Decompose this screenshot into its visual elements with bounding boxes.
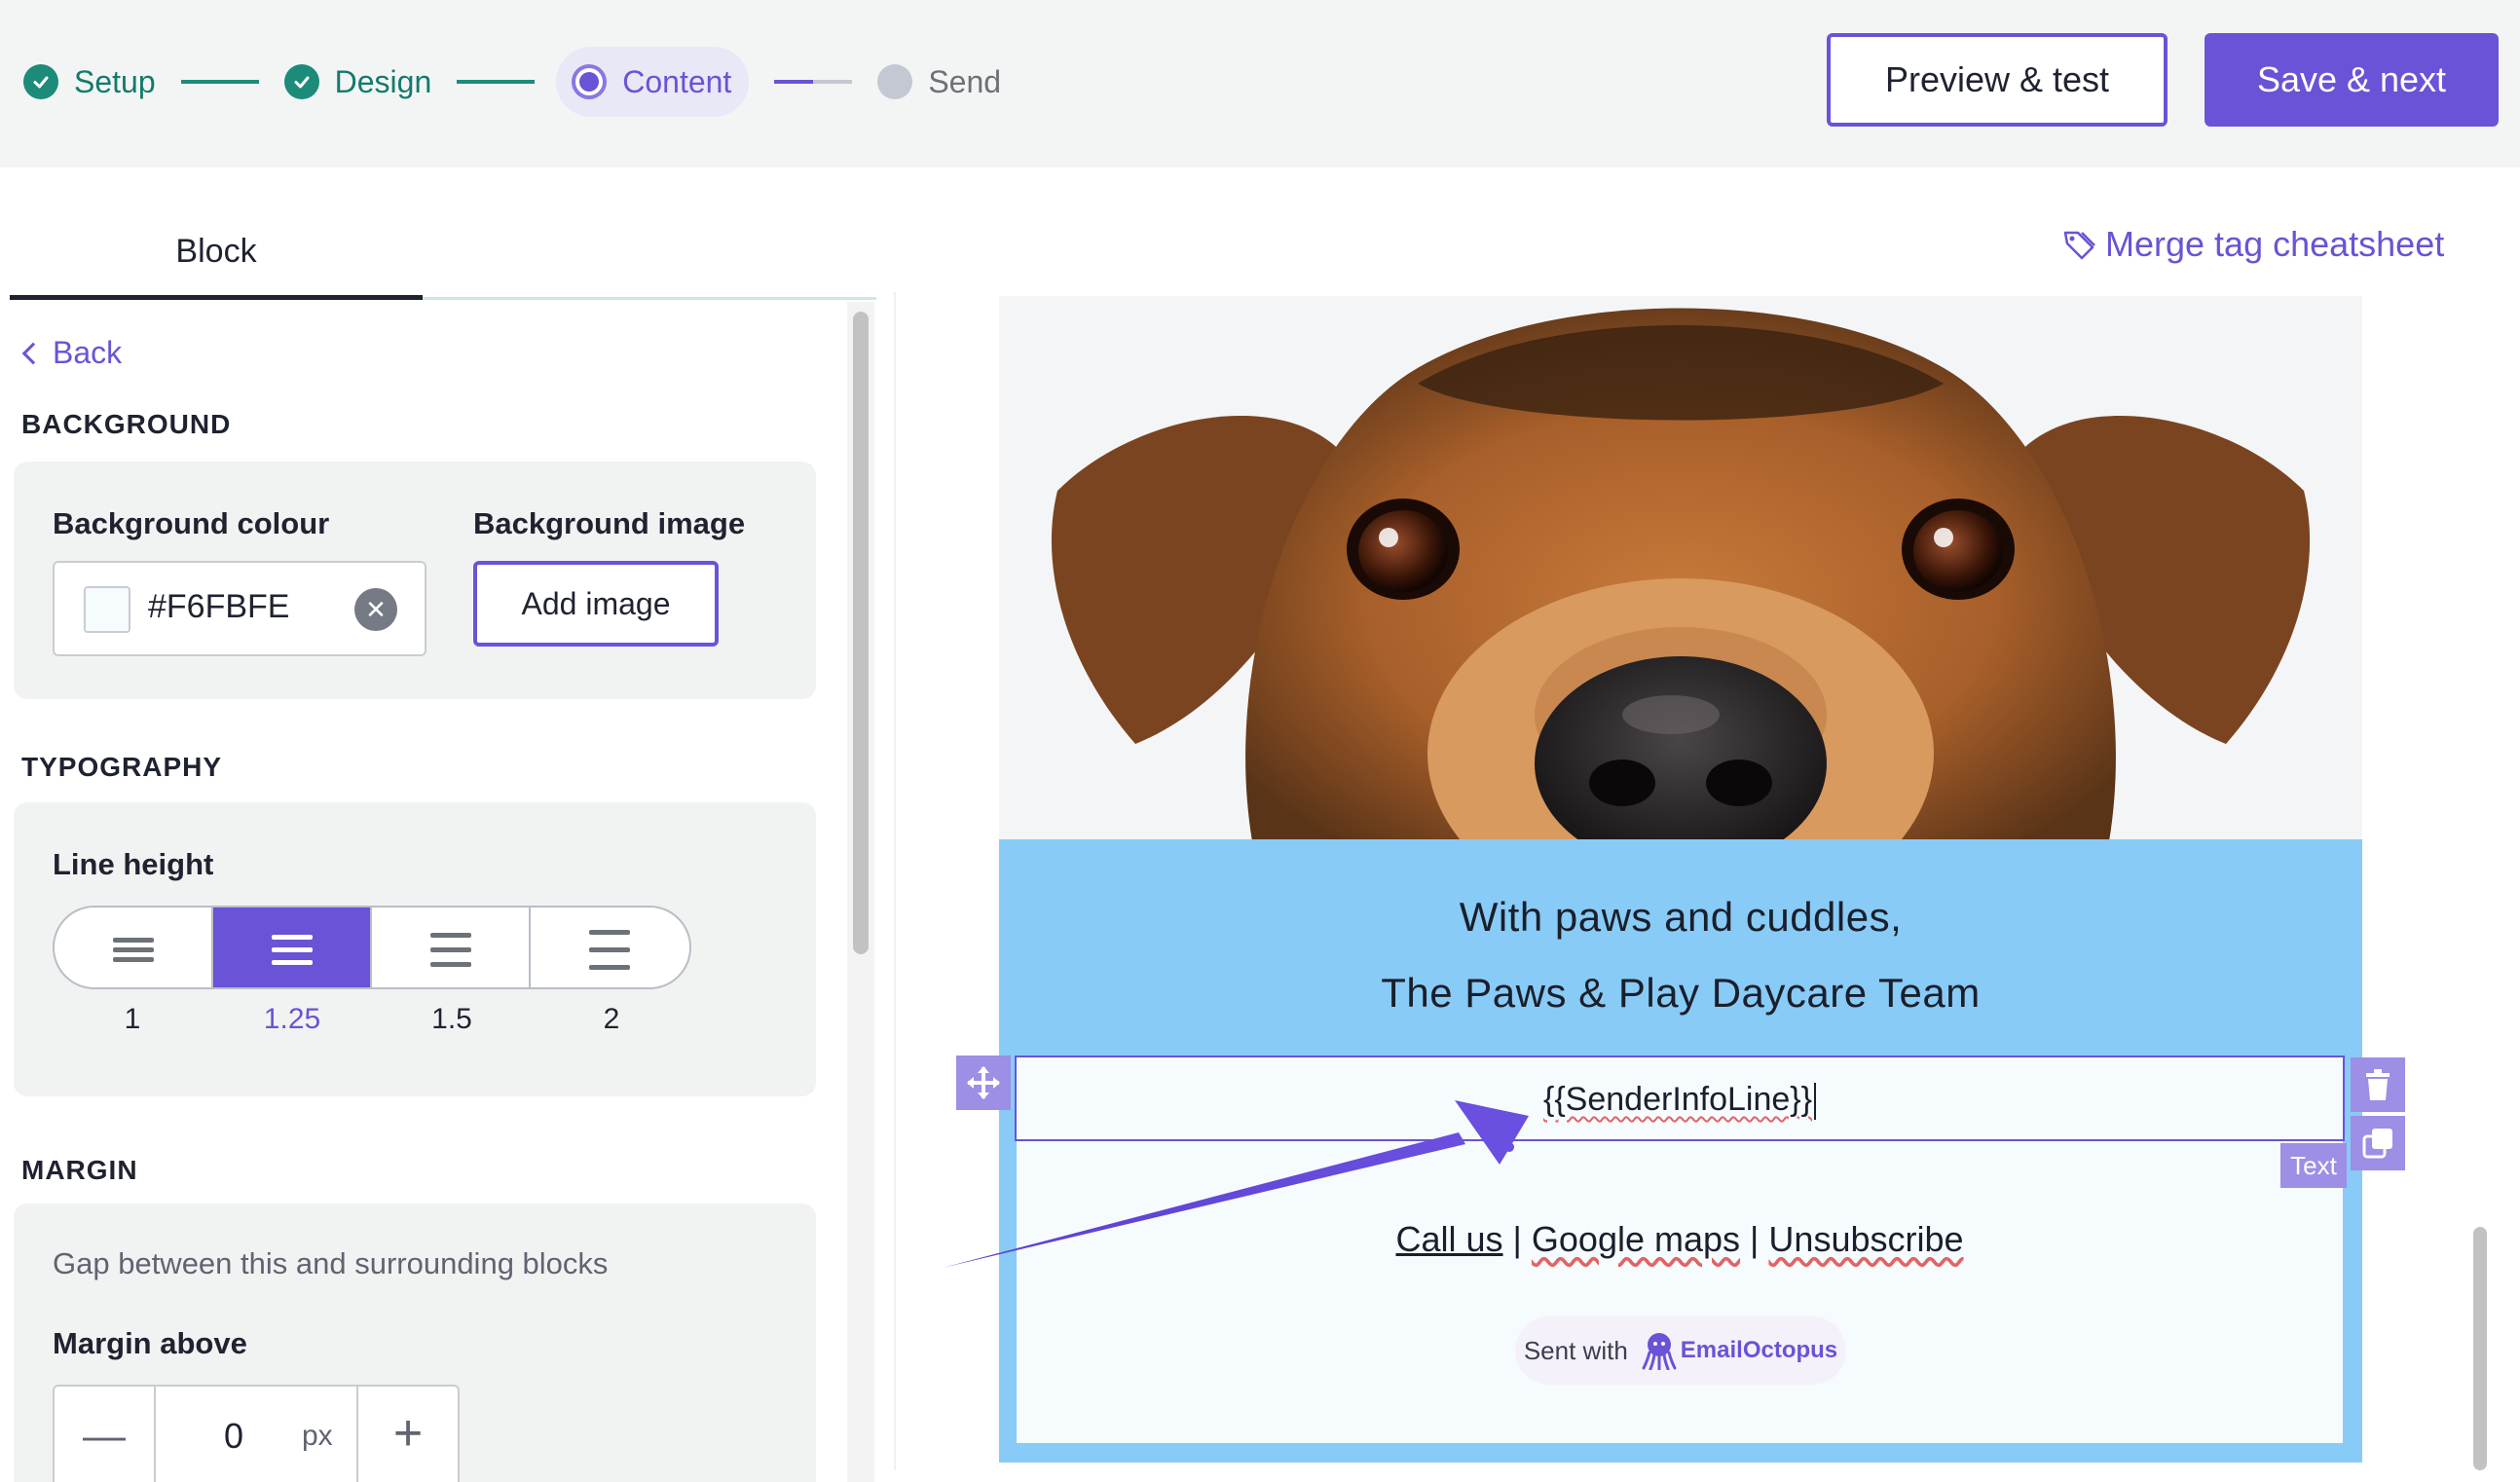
trash-icon[interactable] (2351, 1057, 2405, 1112)
unsubscribe-link[interactable]: Unsubscribe (1768, 1219, 1963, 1259)
check-icon (283, 64, 319, 99)
line-height-icon (112, 937, 154, 962)
merge-tag-text[interactable]: {{SenderInfoLine}} (1017, 1081, 2343, 1121)
line-height-value: 2 (603, 1003, 620, 1035)
step-label: Send (928, 63, 1002, 99)
link-separator: | (1750, 1219, 1760, 1259)
section-typography-heading: TYPOGRAPHY (21, 752, 223, 782)
step-connector (774, 80, 853, 84)
line-height-option-2[interactable] (531, 908, 689, 987)
line-height-label: Line height (53, 847, 214, 881)
line-height-icon (589, 929, 631, 970)
line-height-icon (271, 934, 313, 965)
save-next-button[interactable]: Save & next (2205, 33, 2499, 127)
section-margin-heading: MARGIN (21, 1155, 138, 1185)
top-bar: Setup Design Content Send Preview & test… (0, 0, 2520, 167)
canvas-scrollbar-thumb[interactable] (2473, 1227, 2487, 1470)
sent-with-label: Sent with (1523, 1335, 1628, 1365)
step-connector (180, 80, 259, 84)
block-type-badge: Text (2280, 1143, 2347, 1188)
google-maps-link[interactable]: Google maps (1532, 1219, 1740, 1259)
line-height-value: 1.5 (431, 1003, 472, 1035)
colour-value[interactable]: #F6FBFE (148, 588, 289, 626)
selected-text-block[interactable]: {{SenderInfoLine}} (1015, 1056, 2345, 1141)
line-height-icon (429, 932, 471, 967)
background-colour-input[interactable]: #F6FBFE ✕ (53, 561, 426, 656)
octopus-logo-icon (1642, 1333, 1677, 1370)
radio-dot-icon (572, 64, 608, 99)
typography-card: Line height 1 1.25 1.5 2 (14, 802, 816, 1096)
hero-dog-image[interactable] (999, 296, 2362, 841)
signoff-line-2[interactable]: The Paws & Play Daycare Team (999, 970, 2362, 1017)
step-label: Design (334, 63, 432, 99)
tab-block[interactable]: Block (10, 208, 423, 300)
background-card: Background colour Background image #F6FB… (14, 462, 816, 699)
step-content[interactable]: Content (556, 47, 750, 117)
panel-tabs: Block (10, 208, 876, 300)
margin-above-stepper: — 0 px + (53, 1385, 460, 1482)
background-image-label: Background image (473, 506, 746, 540)
step-setup[interactable]: Setup (23, 47, 156, 117)
back-label: Back (53, 335, 123, 370)
margin-unit: px (302, 1420, 333, 1452)
signoff-line-1[interactable]: With paws and cuddles, (999, 894, 2362, 941)
move-icon[interactable] (956, 1056, 1011, 1110)
colour-swatch[interactable] (84, 586, 130, 633)
line-height-option-1-25[interactable] (213, 908, 372, 987)
link-separator: | (1512, 1219, 1522, 1259)
section-background-heading: BACKGROUND (21, 409, 232, 439)
tag-icon (2063, 231, 2095, 260)
call-us-link[interactable]: Call us (1395, 1219, 1502, 1259)
progress-stepper: Setup Design Content Send (23, 47, 1001, 117)
minus-icon[interactable]: — (55, 1387, 156, 1482)
chevron-left-icon (21, 342, 45, 364)
step-connector (457, 80, 536, 84)
text-caret (1814, 1083, 1817, 1121)
line-height-value: 1 (124, 1003, 141, 1035)
step-label: Setup (74, 63, 156, 99)
pending-dot-icon (877, 64, 913, 99)
close-icon[interactable]: ✕ (354, 588, 397, 631)
merge-tag-cheatsheet-link[interactable]: Merge tag cheatsheet (2062, 224, 2444, 265)
sent-with-badge[interactable]: Sent with EmailOctopus (1515, 1316, 1846, 1385)
margin-card: Gap between this and surrounding blocks … (14, 1204, 816, 1482)
add-image-button[interactable]: Add image (473, 561, 719, 647)
step-send[interactable]: Send (877, 47, 1001, 117)
line-height-option-1[interactable] (55, 908, 213, 987)
line-height-value: 1.25 (263, 1003, 321, 1035)
brand-name: EmailOctopus (1680, 1337, 1838, 1363)
footer-links: Call us | Google maps | Unsubscribe (1017, 1219, 2343, 1260)
duplicate-icon[interactable] (2351, 1116, 2405, 1170)
merge-tag-value[interactable]: {{SenderInfoLine}} (1543, 1081, 1812, 1118)
line-height-toggle (53, 906, 691, 989)
line-height-option-1-5[interactable] (372, 908, 531, 987)
margin-above-value[interactable]: 0 (224, 1416, 243, 1457)
step-label: Content (622, 63, 732, 99)
merge-tag-cheatsheet-label: Merge tag cheatsheet (2105, 224, 2445, 264)
panel-scrollbar-thumb[interactable] (853, 312, 869, 954)
background-colour-label: Background colour (53, 506, 330, 540)
step-design[interactable]: Design (283, 47, 432, 117)
margin-above-field[interactable]: 0 px (156, 1387, 356, 1482)
plus-icon[interactable]: + (356, 1387, 458, 1482)
check-icon (23, 64, 58, 99)
back-link[interactable]: Back (19, 335, 122, 371)
preview-test-button[interactable]: Preview & test (1827, 33, 2168, 127)
margin-helper-text: Gap between this and surrounding blocks (53, 1246, 609, 1280)
margin-above-label: Margin above (53, 1326, 247, 1360)
